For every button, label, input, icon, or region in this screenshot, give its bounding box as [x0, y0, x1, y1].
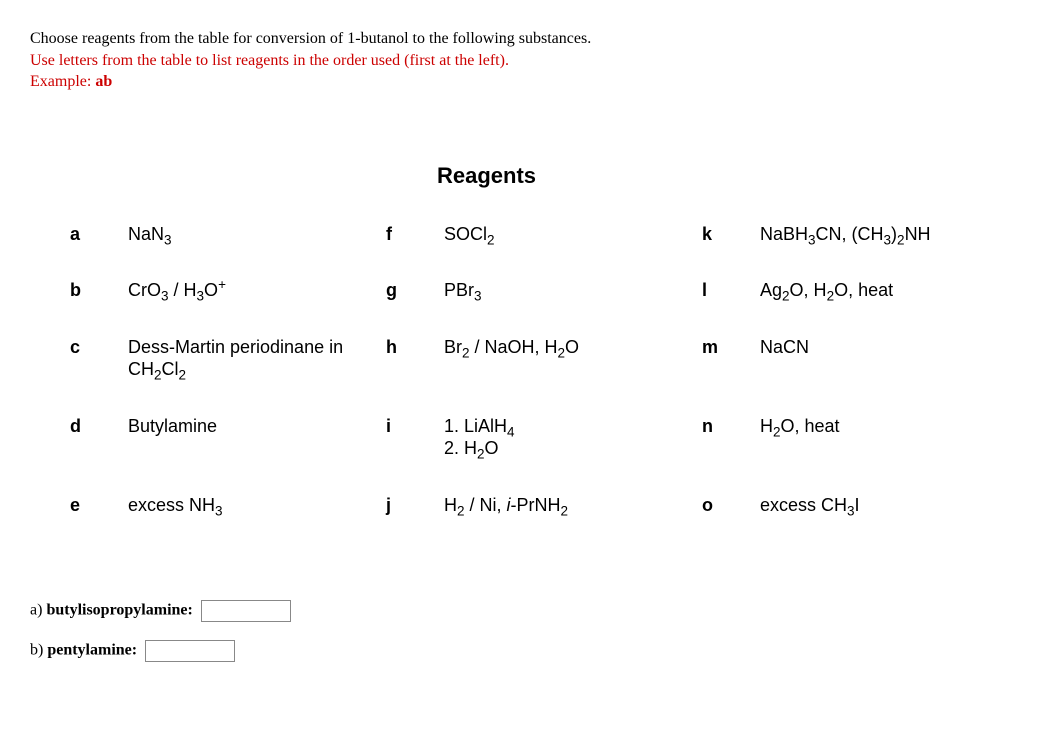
- reagent-formula: excess NH3: [128, 494, 358, 551]
- reagent-letter: k: [702, 223, 732, 280]
- reagent-letter: e: [70, 494, 100, 551]
- questions-block: a) butylisopropylamine: b) pentylamine:: [30, 600, 1010, 662]
- reagent-letter: j: [386, 494, 416, 551]
- reagent-formula: PBr3: [444, 279, 674, 336]
- reagent-letter: c: [70, 336, 100, 393]
- reagent-formula: CrO3 / H3O+: [128, 279, 358, 336]
- reagent-letter: a: [70, 223, 100, 280]
- reagent-formula: 1. LiAlH42. H2O: [444, 415, 674, 494]
- reagents-heading: Reagents: [437, 163, 1010, 189]
- reagent-formula: Dess-Martin periodinane in CH2Cl2: [128, 336, 358, 415]
- reagent-formula: Butylamine: [128, 415, 358, 472]
- reagent-letter: o: [702, 494, 732, 551]
- reagent-letter: h: [386, 336, 416, 393]
- reagent-letter: f: [386, 223, 416, 280]
- reagent-formula: H2 / Ni, i-PrNH2: [444, 494, 674, 551]
- instruction-line-2: Use letters from the table to list reage…: [30, 50, 1010, 72]
- reagent-formula: NaBH3CN, (CH3)2NH: [760, 223, 1020, 280]
- question-a-label: a) butylisopropylamine:: [30, 602, 193, 619]
- reagent-formula: NaCN: [760, 336, 1020, 393]
- reagents-table: a NaN3 f SOCl2 k NaBH3CN, (CH3)2NH b CrO…: [70, 223, 1010, 551]
- instruction-line-1: Choose reagents from the table for conve…: [30, 28, 1010, 50]
- reagent-letter: i: [386, 415, 416, 472]
- reagents-section: Reagents a NaN3 f SOCl2 k NaBH3CN, (CH3)…: [70, 163, 1010, 551]
- reagent-letter: g: [386, 279, 416, 336]
- reagent-formula: H2O, heat: [760, 415, 1020, 472]
- example-value: ab: [95, 73, 112, 90]
- reagent-formula: excess CH3I: [760, 494, 1020, 551]
- question-b: b) pentylamine:: [30, 640, 1010, 662]
- reagent-letter: n: [702, 415, 732, 472]
- question-b-label: b) pentylamine:: [30, 642, 137, 659]
- question-a: a) butylisopropylamine:: [30, 600, 1010, 622]
- instructions-block: Choose reagents from the table for conve…: [30, 28, 1010, 93]
- answer-input-a[interactable]: [201, 600, 291, 622]
- reagent-formula: Ag2O, H2O, heat: [760, 279, 1020, 336]
- reagent-formula: Br2 / NaOH, H2O: [444, 336, 674, 393]
- instruction-line-3: Example: ab: [30, 71, 1010, 93]
- reagent-formula: NaN3: [128, 223, 358, 280]
- reagent-letter: d: [70, 415, 100, 472]
- answer-input-b[interactable]: [145, 640, 235, 662]
- reagent-formula: SOCl2: [444, 223, 674, 280]
- reagent-letter: b: [70, 279, 100, 336]
- reagent-letter: l: [702, 279, 732, 336]
- example-prefix: Example:: [30, 73, 95, 90]
- reagent-letter: m: [702, 336, 732, 393]
